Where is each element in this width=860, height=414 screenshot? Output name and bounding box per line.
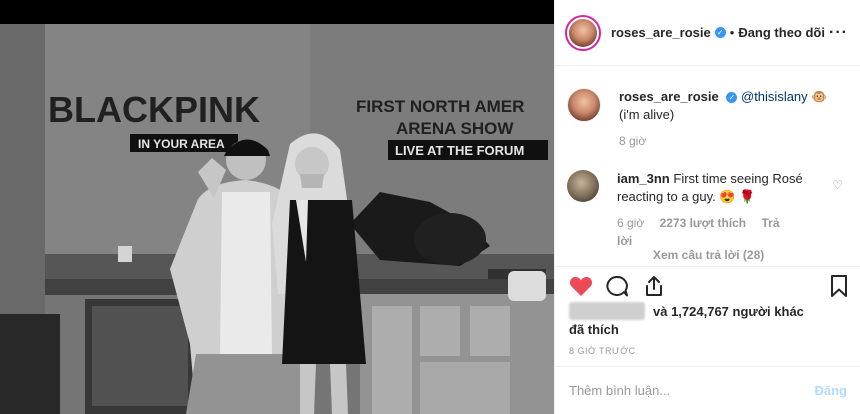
monkey-emoji: 🐵: [811, 89, 828, 104]
comment-username[interactable]: iam_3nn: [617, 171, 670, 186]
heart-icon[interactable]: [569, 275, 593, 297]
caption-text: (i'm alive): [619, 107, 675, 122]
caption-username[interactable]: roses_are_rosie: [619, 89, 719, 104]
comment-item: iam_3nn First time seeing Rosé reacting …: [567, 170, 805, 250]
action-bar: [555, 266, 860, 307]
caption-avatar[interactable]: [567, 88, 601, 122]
liked-text: đã thích: [569, 322, 619, 337]
post-sidebar: roses_are_rosie ✓ • Đang theo dõi ··· ro…: [554, 0, 860, 414]
comment-time[interactable]: 6 giờ: [617, 216, 644, 230]
post-header: roses_are_rosie ✓ • Đang theo dõi ···: [555, 0, 860, 66]
view-replies-link[interactable]: Xem câu trả lời (28): [653, 248, 764, 262]
caption: roses_are_rosie ✓ @thisislany 🐵 (i'm ali…: [567, 88, 827, 150]
avatar[interactable]: [565, 14, 601, 51]
caption-meta: 8 giờ: [619, 132, 827, 150]
comment-likes[interactable]: 2273 lượt thích: [660, 216, 747, 230]
caption-time[interactable]: 8 giờ: [619, 134, 646, 148]
photo-illustration: BLACKPINK IN YOUR AREA FIRST NORTH AMER …: [0, 24, 554, 414]
comment-avatar[interactable]: [567, 170, 599, 202]
add-comment-input[interactable]: Thêm bình luận...: [569, 383, 670, 398]
comment-meta: 6 giờ 2273 lượt thích Trả lời: [617, 214, 805, 250]
add-comment-bar: Thêm bình luận... Đăng: [555, 366, 860, 414]
share-icon[interactable]: [643, 274, 665, 298]
post-timestamp: 8 GIỜ TRƯỚC: [569, 346, 636, 356]
post-photo[interactable]: BLACKPINK IN YOUR AREA FIRST NORTH AMER …: [0, 24, 554, 414]
header-username[interactable]: roses_are_rosie: [611, 25, 711, 40]
likes-row: và 1,724,767 người khác: [569, 302, 804, 320]
bookmark-icon[interactable]: [829, 274, 849, 298]
post-comment-button[interactable]: Đăng: [815, 383, 848, 398]
verified-icon: ✓: [726, 92, 738, 104]
more-options-icon[interactable]: ···: [829, 24, 848, 42]
comments-section[interactable]: roses_are_rosie ✓ @thisislany 🐵 (i'm ali…: [555, 66, 860, 266]
header-separator: •: [729, 25, 735, 40]
blurred-username: [569, 302, 645, 320]
following-button[interactable]: Đang theo dõi: [738, 25, 825, 40]
caption-mention[interactable]: @thisislany: [741, 89, 808, 104]
likes-count-text[interactable]: và 1,724,767 người khác: [653, 304, 804, 319]
top-bar: [0, 0, 554, 24]
comment-icon[interactable]: [605, 275, 629, 297]
comment-like-icon[interactable]: ♡: [832, 178, 843, 192]
verified-icon: ✓: [714, 27, 726, 38]
